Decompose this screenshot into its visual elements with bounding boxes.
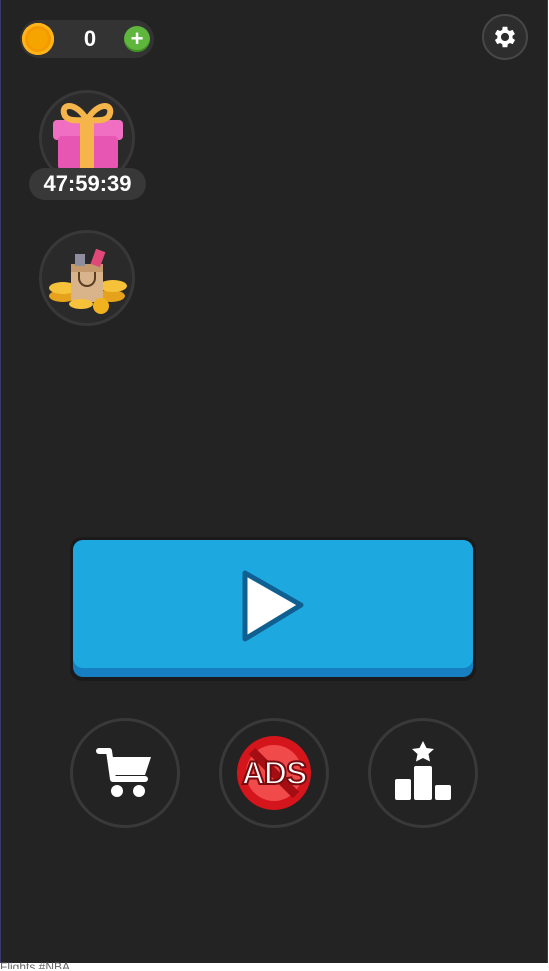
shopping-bag-coins-icon	[49, 248, 127, 314]
play-button[interactable]	[70, 537, 476, 681]
ads-label: ADS	[241, 754, 309, 792]
gift-timer: 47:59:39	[29, 168, 146, 200]
add-coins-button[interactable]: +	[124, 26, 150, 52]
remove-ads-button[interactable]: ADS	[219, 718, 329, 828]
leaderboard-button[interactable]	[368, 718, 478, 828]
footer-text: Flights #NBA	[0, 961, 71, 969]
coin-icon	[22, 23, 54, 55]
game-screen: 0 + 47:59:39 ADS	[0, 0, 548, 963]
shop-bag-button[interactable]	[39, 230, 135, 326]
play-button-face	[73, 540, 473, 668]
coin-count: 0	[83, 26, 97, 51]
gear-icon	[494, 26, 516, 48]
plus-icon: +	[130, 26, 144, 51]
shop-cart-button[interactable]	[70, 718, 180, 828]
settings-button[interactable]	[482, 14, 528, 60]
play-icon	[242, 570, 304, 642]
shopping-cart-icon	[96, 748, 151, 797]
coin-balance-bar: 0 +	[20, 20, 154, 58]
leaderboard-podium-icon	[395, 741, 451, 800]
play-button-base	[73, 540, 473, 677]
